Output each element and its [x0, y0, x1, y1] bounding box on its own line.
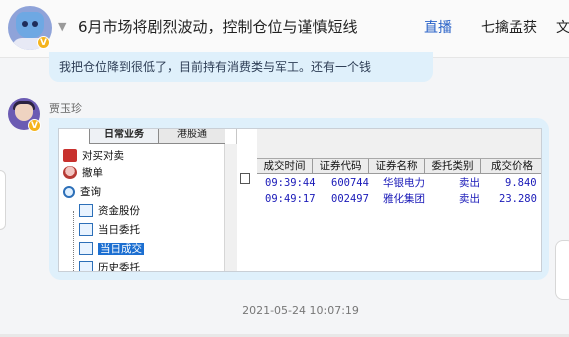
query-icon	[63, 186, 75, 198]
trade-price: 23.280	[499, 193, 537, 205]
order-type: 卖出	[459, 193, 480, 205]
previous-message-bubble: 我把仓位降到很低了，目前持有消费类与军工。还有一个钱	[49, 52, 433, 82]
stock-code: 002497	[331, 193, 369, 205]
column-header: 成交时间	[257, 159, 313, 174]
previous-message-text: 我把仓位降到很低了，目前持有消费类与军工。还有一个钱	[59, 60, 372, 74]
left-edge-handle[interactable]	[0, 170, 6, 230]
business-tabs: 日常业务 港股通	[59, 129, 237, 144]
tree-item-label: 当日委托	[98, 224, 140, 236]
column-header: 成交价格	[491, 160, 533, 172]
verified-badge-icon: V	[37, 36, 50, 49]
verified-badge-icon: V	[28, 119, 41, 132]
tree-item-fund-shares: 资金股份	[79, 204, 140, 219]
grid-header: 成交时间 证券代码 证券名称 委托类别 成交价格	[257, 159, 541, 174]
trade-grid: 成交时间 证券代码 证券名称 委托类别 成交价格 09:39:44 600744…	[257, 159, 541, 271]
trade-time: 09:49:17	[265, 193, 316, 205]
chevron-down-icon[interactable]: ▼	[58, 20, 66, 33]
tree-item-label: 撤单	[82, 167, 103, 179]
trade-screenshot-image[interactable]: 日常业务 港股通 对买对卖 撤单 查询 资金股份 当日委托 当日成交 历史委托 …	[58, 128, 542, 272]
tree-item-label: 资金股份	[98, 205, 140, 217]
chat-header: V ▼ 6月市场将剧烈波动，控制仓位与谨慎短线 直播 七擒孟获 文	[0, 0, 569, 58]
column-header: 证券代码	[313, 159, 369, 174]
grid-toolbar	[257, 129, 541, 159]
nav-more-link[interactable]: 文	[556, 17, 569, 37]
column-header: 委托类别	[425, 159, 481, 174]
trade-price: 9.840	[505, 177, 537, 189]
column-header: 证券名称	[369, 159, 425, 174]
stock-name: 华银电力	[383, 177, 425, 189]
fund-shares-icon	[79, 204, 93, 217]
tree-connector	[73, 211, 74, 271]
avatar-eye	[22, 21, 28, 27]
order-type: 卖出	[459, 177, 480, 189]
history-orders-icon	[79, 261, 93, 271]
table-row: 09:49:17 002497 雅化集团 卖出 23.280	[257, 192, 541, 206]
tree-item-label: 查询	[80, 186, 101, 198]
business-tree-panel: 日常业务 港股通 对买对卖 撤单 查询 资金股份 当日委托 当日成交 历史委托	[59, 129, 237, 272]
today-trades-icon	[79, 242, 93, 255]
avatar-face	[15, 104, 33, 121]
tree-item-label: 当日成交	[98, 243, 144, 255]
checkbox-icon	[240, 173, 250, 184]
stock-code: 600744	[331, 177, 369, 189]
tree-scrollbar	[224, 144, 237, 271]
table-row: 09:39:44 600744 华银电力 卖出 9.840	[257, 176, 541, 190]
tree-item-today-orders: 当日委托	[79, 223, 140, 238]
tree-item-buy-sell: 对买对卖	[63, 149, 124, 164]
tab-hk-connect: 港股通	[159, 129, 225, 144]
buy-sell-icon	[63, 149, 77, 162]
nav-live-link[interactable]: 直播	[424, 17, 452, 37]
message-timestamp: 2021-05-24 10:07:19	[242, 304, 359, 317]
tree-item-label: 对买对卖	[82, 150, 124, 162]
cancel-order-icon	[63, 166, 77, 179]
tree-item-query: 查询	[63, 185, 101, 200]
sender-name: 贾玉珍	[49, 102, 82, 115]
trade-time: 09:39:44	[265, 177, 316, 189]
tab-daily-business: 日常业务	[89, 129, 159, 144]
stock-name: 雅化集团	[383, 193, 425, 205]
today-orders-icon	[79, 223, 93, 236]
tree-item-cancel: 撤单	[63, 166, 103, 181]
avatar-face	[16, 12, 44, 38]
avatar-eye	[32, 21, 38, 27]
tree-item-label: 历史委托	[98, 262, 140, 272]
tree-item-history-orders: 历史委托	[79, 261, 140, 272]
chat-title: 6月市场将剧烈波动，控制仓位与谨慎短线	[78, 18, 358, 36]
right-edge-handle[interactable]	[555, 240, 569, 300]
chat-page: { "header": { "title": "6月市场将剧烈波动，控制仓位与谨…	[0, 0, 569, 337]
tree-item-today-trades: 当日成交	[79, 242, 144, 257]
nav-user-link[interactable]: 七擒孟获	[481, 17, 537, 37]
